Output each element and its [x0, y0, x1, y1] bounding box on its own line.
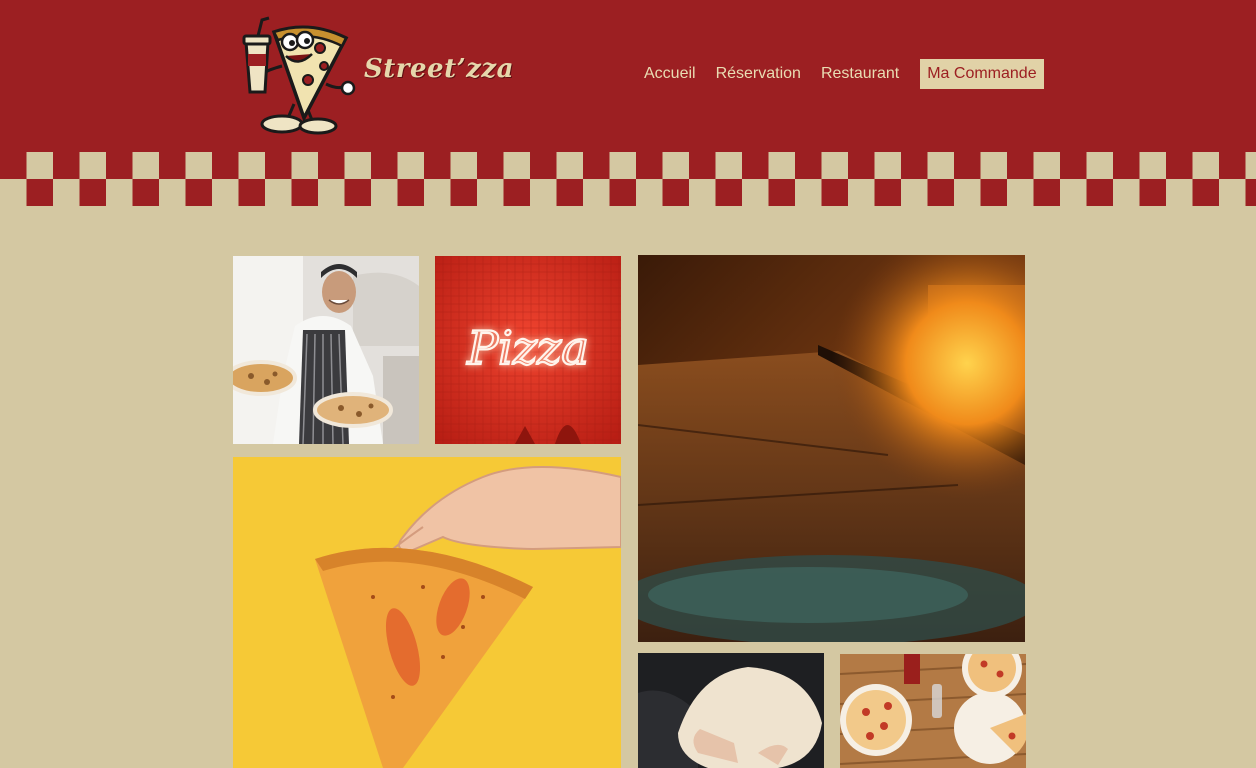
site-header: Street’zza Accueil Réservation Restauran… — [0, 0, 1256, 154]
checkerboard-divider — [0, 152, 1256, 206]
nav-ma-commande[interactable]: Ma Commande — [920, 59, 1044, 89]
gallery-image-dough[interactable] — [638, 653, 824, 768]
pizza-mascot-icon[interactable] — [238, 14, 358, 136]
gallery-image-neon-sign[interactable]: Pizza — [435, 256, 621, 444]
neon-pizza-text: Pizza — [466, 321, 589, 375]
nav-accueil[interactable]: Accueil — [637, 59, 703, 89]
main-nav: Accueil Réservation Restaurant Ma Comman… — [637, 59, 1050, 89]
gallery-image-oven[interactable] — [638, 255, 1025, 642]
gallery-image-chef[interactable] — [233, 256, 419, 444]
nav-reservation[interactable]: Réservation — [709, 59, 808, 89]
gallery-image-pizza-table[interactable] — [840, 654, 1026, 768]
brand-name[interactable]: Street’zza — [364, 54, 514, 84]
gallery-image-pizza-slice[interactable] — [233, 457, 621, 768]
nav-restaurant[interactable]: Restaurant — [814, 59, 906, 89]
